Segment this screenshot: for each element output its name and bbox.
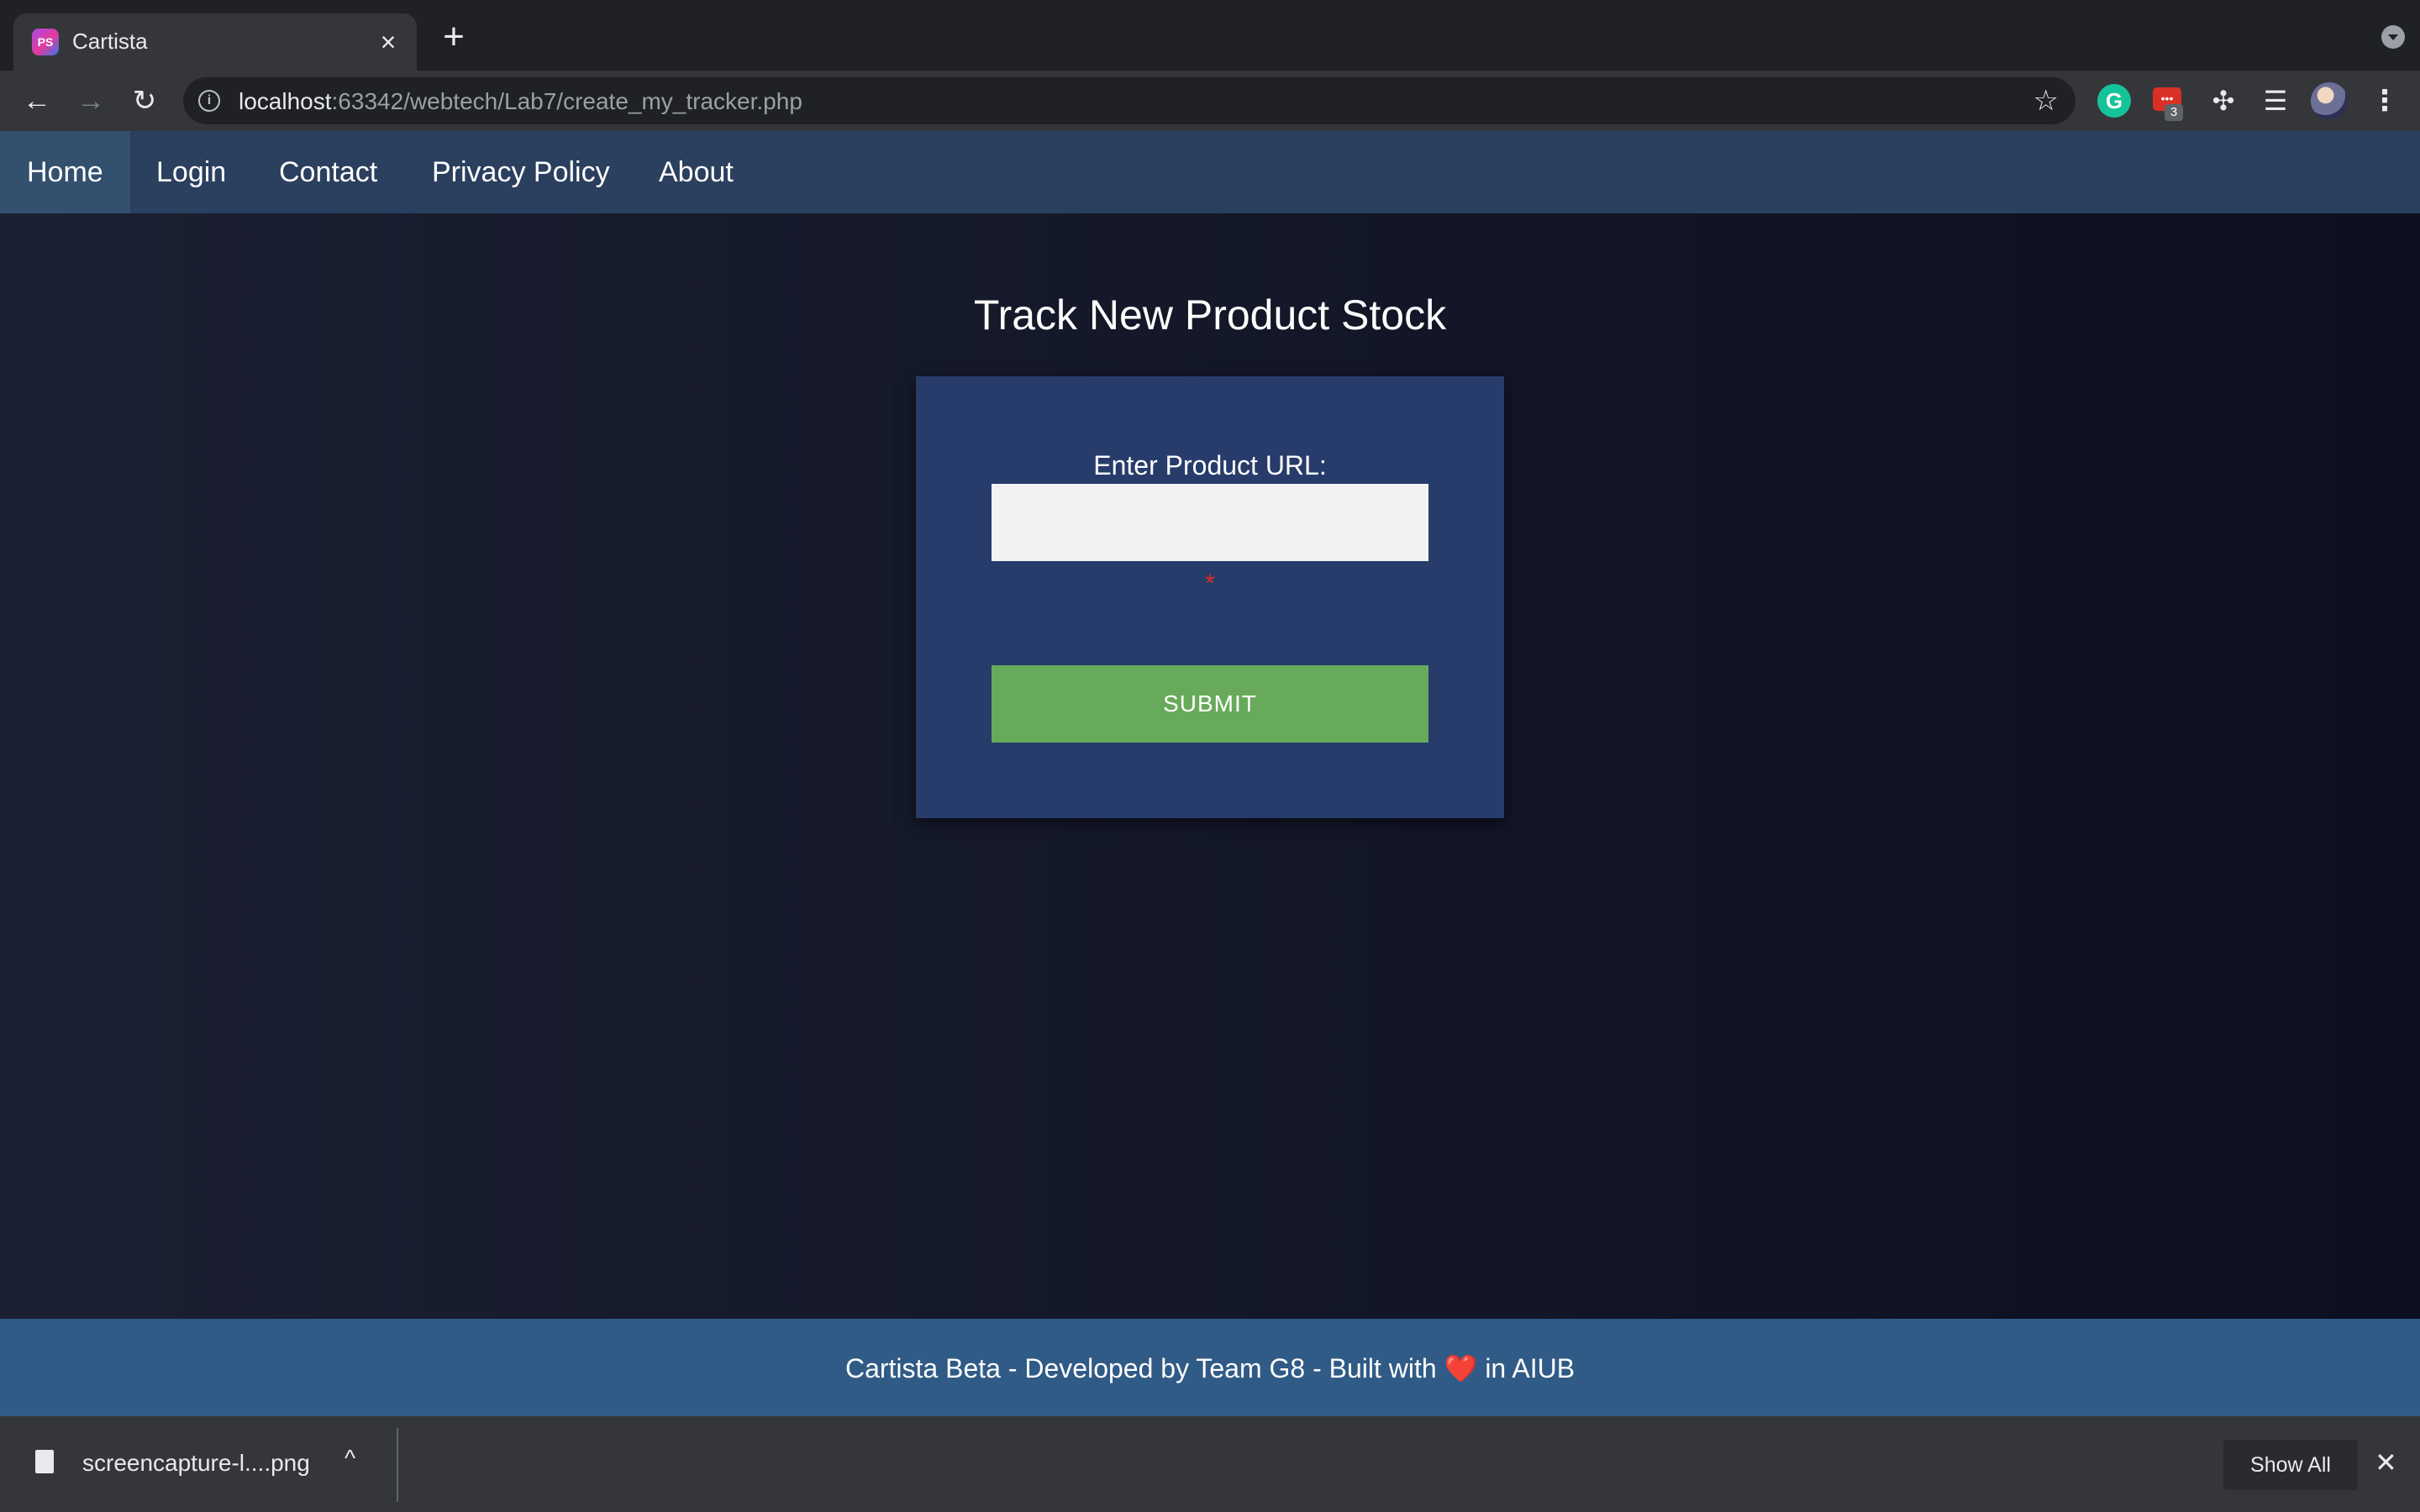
nav-about[interactable]: About [632, 131, 760, 213]
heart-icon: ❤️ [1444, 1353, 1478, 1383]
browser-toolbar: ← → ↻ i localhost:63342/webtech/Lab7/cre… [0, 71, 2420, 131]
extension-badge: 3 [2165, 104, 2183, 121]
product-url-input[interactable] [992, 484, 1428, 561]
back-icon[interactable]: ← [18, 82, 55, 119]
nav-contact[interactable]: Contact [252, 131, 404, 213]
site-footer: Cartista Beta - Developed by Team G8 - B… [0, 1319, 2420, 1416]
address-bar[interactable]: i localhost:63342/webtech/Lab7/create_my… [183, 77, 2075, 124]
footer-text: Cartista Beta - Developed by Team G8 - B… [844, 1353, 1576, 1383]
site-info-icon[interactable]: i [198, 90, 220, 112]
reload-icon[interactable]: ↻ [126, 82, 163, 119]
address-url[interactable]: localhost:63342/webtech/Lab7/create_my_t… [239, 88, 802, 115]
extensions-puzzle-icon[interactable]: ✣ [2207, 84, 2240, 118]
show-all-button[interactable]: Show All [2223, 1440, 2358, 1490]
profile-avatar[interactable] [2311, 82, 2348, 119]
tab-strip: PS Cartista × + [0, 0, 2420, 71]
file-icon [35, 1450, 54, 1473]
required-asterisk: * [1205, 570, 1215, 597]
chevron-up-icon[interactable]: ^ [345, 1445, 355, 1472]
site-navbar: Home Login Contact Privacy Policy About [0, 131, 2420, 213]
download-shelf: screencapture-l....png ^ Show All ✕ [0, 1416, 2420, 1512]
browser-menu-icon[interactable]: ⋮ [2368, 84, 2402, 118]
nav-login[interactable]: Login [129, 131, 253, 213]
close-tab-icon[interactable]: × [371, 25, 405, 59]
browser-tab[interactable]: PS Cartista × [13, 13, 417, 71]
bookmark-star-icon[interactable]: ☆ [2033, 84, 2059, 118]
submit-button[interactable]: SUBMIT [992, 665, 1428, 743]
phpstorm-favicon-icon: PS [32, 29, 59, 55]
forward-icon[interactable]: → [72, 82, 109, 119]
nav-privacy-policy[interactable]: Privacy Policy [405, 131, 637, 213]
product-url-label: Enter Product URL: [1093, 450, 1327, 480]
new-tab-icon[interactable]: + [434, 17, 474, 57]
shelf-divider [397, 1428, 398, 1502]
grammarly-extension-icon[interactable]: G [2097, 84, 2131, 118]
page-viewport: Home Login Contact Privacy Policy About … [0, 131, 2420, 1416]
close-shelf-icon[interactable]: ✕ [2375, 1446, 2397, 1478]
media-control-icon[interactable]: ☰ [2259, 84, 2292, 118]
tracker-form: Enter Product URL: * SUBMIT [916, 376, 1504, 818]
tab-search-icon[interactable] [2381, 25, 2405, 49]
page-title: Track New Product Stock [973, 291, 1447, 339]
nav-home[interactable]: Home [0, 131, 130, 213]
download-file-name[interactable]: screencapture-l....png [82, 1450, 310, 1477]
tab-title: Cartista [72, 29, 148, 54]
